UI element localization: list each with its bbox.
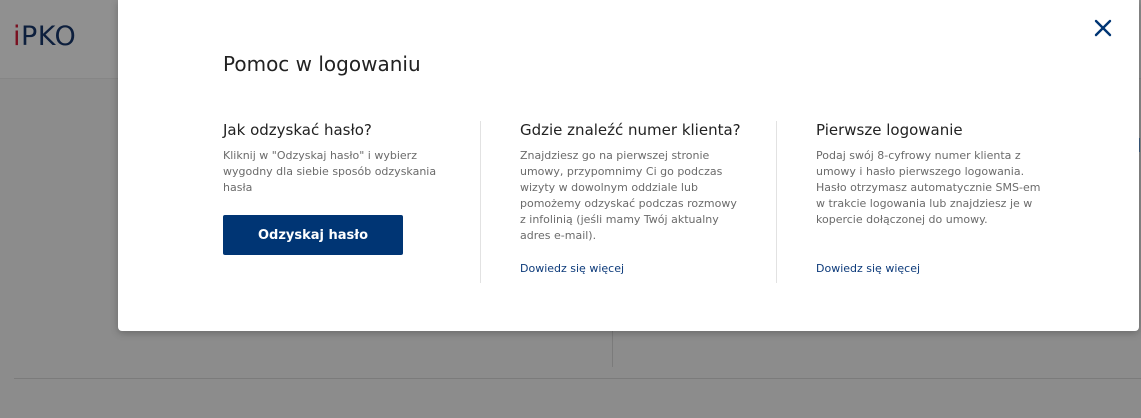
background-horizontal-divider: [14, 378, 1141, 379]
column-recover-password: Jak odzyskać hasło? Kliknij w "Odzyskaj …: [223, 121, 463, 196]
learn-more-link-client-number[interactable]: Dowiedz się więcej: [520, 262, 624, 275]
column-divider: [480, 121, 481, 283]
column-text: Podaj swój 8-cyfrowy numer klienta z umo…: [816, 149, 1041, 226]
column-first-login: Pierwsze logowanie Podaj swój 8-cyfrowy …: [816, 121, 1056, 275]
modal-title: Pomoc w logowaniu: [223, 52, 421, 76]
background-vertical-divider: [612, 330, 613, 367]
learn-more-link-first-login[interactable]: Dowiedz się więcej: [816, 262, 920, 275]
logo-prefix: i: [13, 21, 22, 52]
column-heading: Jak odzyskać hasło?: [223, 121, 372, 139]
column-divider: [776, 121, 777, 283]
login-help-modal: Pomoc w logowaniu Jak odzyskać hasło? Kl…: [118, 0, 1139, 331]
ipko-logo: iPKO: [13, 21, 76, 52]
column-text: Znajdziesz go na pierwszej stronie umowy…: [520, 149, 737, 242]
logo-text: PKO: [21, 21, 77, 52]
column-heading: Gdzie znaleźć numer klienta?: [520, 121, 741, 139]
close-button[interactable]: [1093, 18, 1113, 38]
column-client-number: Gdzie znaleźć numer klienta? Znajdziesz …: [520, 121, 760, 275]
column-text: Kliknij w "Odzyskaj hasło" i wybierz wyg…: [223, 149, 437, 194]
recover-password-button[interactable]: Odzyskaj hasło: [223, 215, 403, 255]
column-heading: Pierwsze logowanie: [816, 121, 963, 139]
close-icon: [1094, 19, 1112, 37]
